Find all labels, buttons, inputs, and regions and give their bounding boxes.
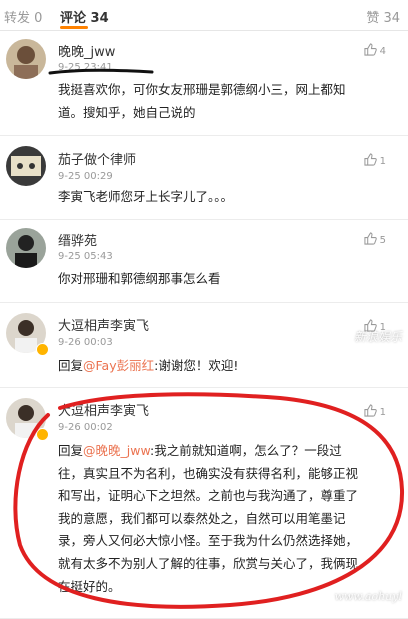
mention-link[interactable]: @晚晚_jww <box>83 443 150 458</box>
comment-text: 你对邢珊和郭德纲那事怎么看 <box>58 271 221 286</box>
avatar[interactable] <box>6 39 46 79</box>
like-button[interactable]: 4 <box>364 43 386 57</box>
comment-time: 9-25 00:29 <box>58 171 113 182</box>
comment-list: 晚晚_jww 9-25 23:41 4 我挺喜欢你，可你女友邢珊是郭德纲小三，网… <box>0 31 408 619</box>
like-count: 1 <box>379 156 386 167</box>
thumb-up-icon <box>364 153 377 166</box>
tab-comment[interactable]: 评论 34 <box>60 7 109 26</box>
comment-author[interactable]: 缙骅苑 <box>58 230 97 249</box>
comment-author[interactable]: 大逗相声李寅飞 <box>58 400 149 419</box>
reply-content: :我之前就知道啊，怎么了？一段过往，真实且不为名利，也确实没有获得名利，能够正视… <box>58 443 359 594</box>
comment-item: 晚晚_jww 9-25 23:41 4 我挺喜欢你，可你女友邢珊是郭德纲小三，网… <box>0 31 408 136</box>
verified-badge-icon <box>36 428 49 441</box>
active-tab-indicator <box>60 26 88 29</box>
like-button[interactable]: 1 <box>364 404 386 418</box>
comment-item: 茄子做个律师 9-25 00:29 1 李寅飞老师您牙上长字儿了。。。 <box>0 136 408 220</box>
comment-tabs: 转发 0 评论 34 赞 34 <box>0 0 408 31</box>
watermark-logo: 新浪娱乐 <box>353 330 402 344</box>
like-count: 4 <box>379 46 386 57</box>
comment-author[interactable]: 大逗相声李寅飞 <box>58 315 149 334</box>
comment-time: 9-26 00:02 <box>58 422 113 433</box>
like-count: 1 <box>379 407 386 418</box>
comment-text: 回复@晚晚_jww:我之前就知道啊，怎么了？一段过往，真实且不为名利，也确实没有… <box>58 440 358 598</box>
comment-time: 9-25 23:41 <box>58 62 113 73</box>
thumb-up-icon <box>364 404 377 417</box>
comment-time: 9-25 05:43 <box>58 251 113 262</box>
like-count: 5 <box>379 235 386 246</box>
mention-link[interactable]: @Fay彭丽红 <box>83 358 154 373</box>
tab-repost[interactable]: 转发 0 <box>4 7 42 26</box>
comment-item: 大逗相声李寅飞 9-26 00:03 1 回复@Fay彭丽红:谢谢您！欢迎! <box>0 303 408 388</box>
comment-text: 李寅飞老师您牙上长字儿了。。。 <box>58 189 234 204</box>
thumb-up-icon <box>364 43 377 56</box>
like-button[interactable]: 5 <box>364 232 386 246</box>
like-button[interactable]: 1 <box>364 153 386 167</box>
comment-item: 缙骅苑 9-25 05:43 5 你对邢珊和郭德纲那事怎么看 <box>0 220 408 303</box>
comment-text: 回复@Fay彭丽红:谢谢您！欢迎! <box>58 355 358 378</box>
reply-prefix: 回复 <box>58 443 84 458</box>
avatar[interactable] <box>6 228 46 268</box>
watermark-url: www.aohuyl <box>334 590 402 603</box>
comment-item: 大逗相声李寅飞 9-26 00:02 1 回复@晚晚_jww:我之前就知道啊，怎… <box>0 388 408 619</box>
reply-content: :谢谢您！欢迎! <box>154 358 239 373</box>
verified-badge-icon <box>36 343 49 356</box>
comment-text: 我挺喜欢你，可你女友邢珊是郭德纲小三，网上都知道。搜知乎，她自己说的 <box>58 82 346 120</box>
tab-like[interactable]: 赞 34 <box>366 7 400 26</box>
comment-author[interactable]: 晚晚_jww <box>58 41 115 60</box>
avatar[interactable] <box>6 146 46 186</box>
comment-author[interactable]: 茄子做个律师 <box>58 149 136 168</box>
comment-time: 9-26 00:03 <box>58 337 113 348</box>
reply-prefix: 回复 <box>58 358 84 373</box>
thumb-up-icon <box>364 232 377 245</box>
